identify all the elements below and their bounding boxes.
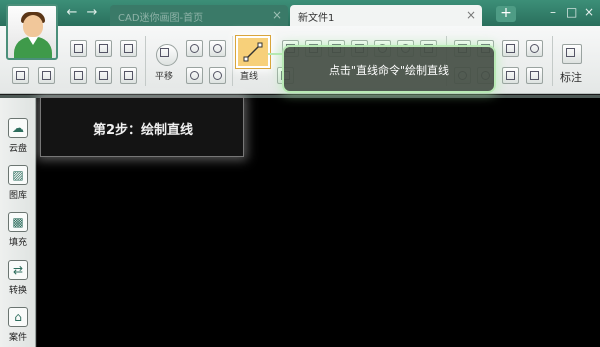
annotate-label: 标注 [560,71,582,84]
line-tool-icon [243,42,263,62]
export-pdf-icon[interactable] [95,67,112,84]
left-sidebar: ☁ 云盘 ▨ 图库 ▩ 填充 ⇄ 转换 ⌂ 案件 [0,98,36,347]
export-image-icon[interactable] [120,67,137,84]
tab-new-file-label: 新文件1 [298,13,335,24]
sidebar-item-label: 云盘 [8,144,27,154]
avatar[interactable] [6,4,58,60]
save-icon[interactable] [95,40,112,57]
forward-icon[interactable]: → [84,6,100,20]
sidebar-item-label: 图库 [8,191,27,201]
tab-new-file[interactable]: 新文件1 × [290,5,482,26]
toolbar-divider [552,36,553,86]
prev-page-icon[interactable] [12,67,29,84]
hatch-fill-icon: ▩ [8,212,28,232]
sidebar-item-cloud[interactable]: ☁ 云盘 [0,114,36,158]
minimize-icon[interactable]: – [550,5,556,19]
toolbar-divider [232,36,233,86]
close-window-icon[interactable]: × [584,5,594,19]
tab-home[interactable]: CAD迷你画图-首页 × [110,5,288,26]
zoom-window-icon[interactable] [186,67,203,84]
pan-label: 平移 [155,72,174,82]
image-library-icon: ▨ [8,165,28,185]
close-tab-home-icon[interactable]: × [272,8,282,22]
sidebar-item-case[interactable]: ⌂ 案件 [0,303,36,347]
hatch-icon[interactable] [502,67,519,84]
dimension-icon[interactable] [562,44,582,64]
add-tab-button[interactable]: + [496,6,516,22]
pan-hand-icon[interactable] [156,44,178,66]
step-callout-text: 第2步：绘制直线 [92,123,194,138]
case-icon: ⌂ [8,307,28,327]
zoom-out-icon[interactable] [209,40,226,57]
toolbar-divider [145,36,146,86]
back-icon[interactable]: ← [64,6,80,20]
cloud-icon: ☁ [8,118,28,138]
fillet-icon[interactable] [502,40,519,57]
tab-home-label: CAD迷你画图-首页 [118,13,204,24]
sidebar-item-library[interactable]: ▨ 图库 [0,161,36,205]
open-file-icon[interactable] [70,40,87,57]
save-as-icon[interactable] [120,40,137,57]
rotate-icon[interactable] [526,40,543,57]
tooltip-text: 点击"直线命令"绘制直线 [328,64,450,77]
zoom-extents-icon[interactable] [209,67,226,84]
sidebar-item-convert[interactable]: ⇄ 转换 [0,256,36,300]
sidebar-item-fill[interactable]: ▩ 填充 [0,208,36,252]
step-callout: 第2步：绘制直线 [40,97,244,157]
sidebar-item-label: 转换 [8,286,27,296]
avatar-face [23,15,43,37]
undo-icon[interactable] [38,67,55,84]
line-tool-label: 直线 [240,72,259,82]
line-command-tooltip: 点击"直线命令"绘制直线 [282,45,496,93]
line-tool-button[interactable] [236,36,270,68]
close-tab-new-file-icon[interactable]: × [466,8,476,22]
convert-icon: ⇄ [8,260,28,280]
sidebar-item-label: 案件 [8,333,27,343]
print-icon[interactable] [70,67,87,84]
maximize-icon[interactable]: □ [566,5,577,19]
fill-color-icon[interactable] [526,67,543,84]
sidebar-item-label: 填充 [8,238,27,248]
zoom-in-icon[interactable] [186,40,203,57]
title-bar: ← → CAD迷你画图-首页 × 新文件1 × + – □ × [0,0,600,26]
